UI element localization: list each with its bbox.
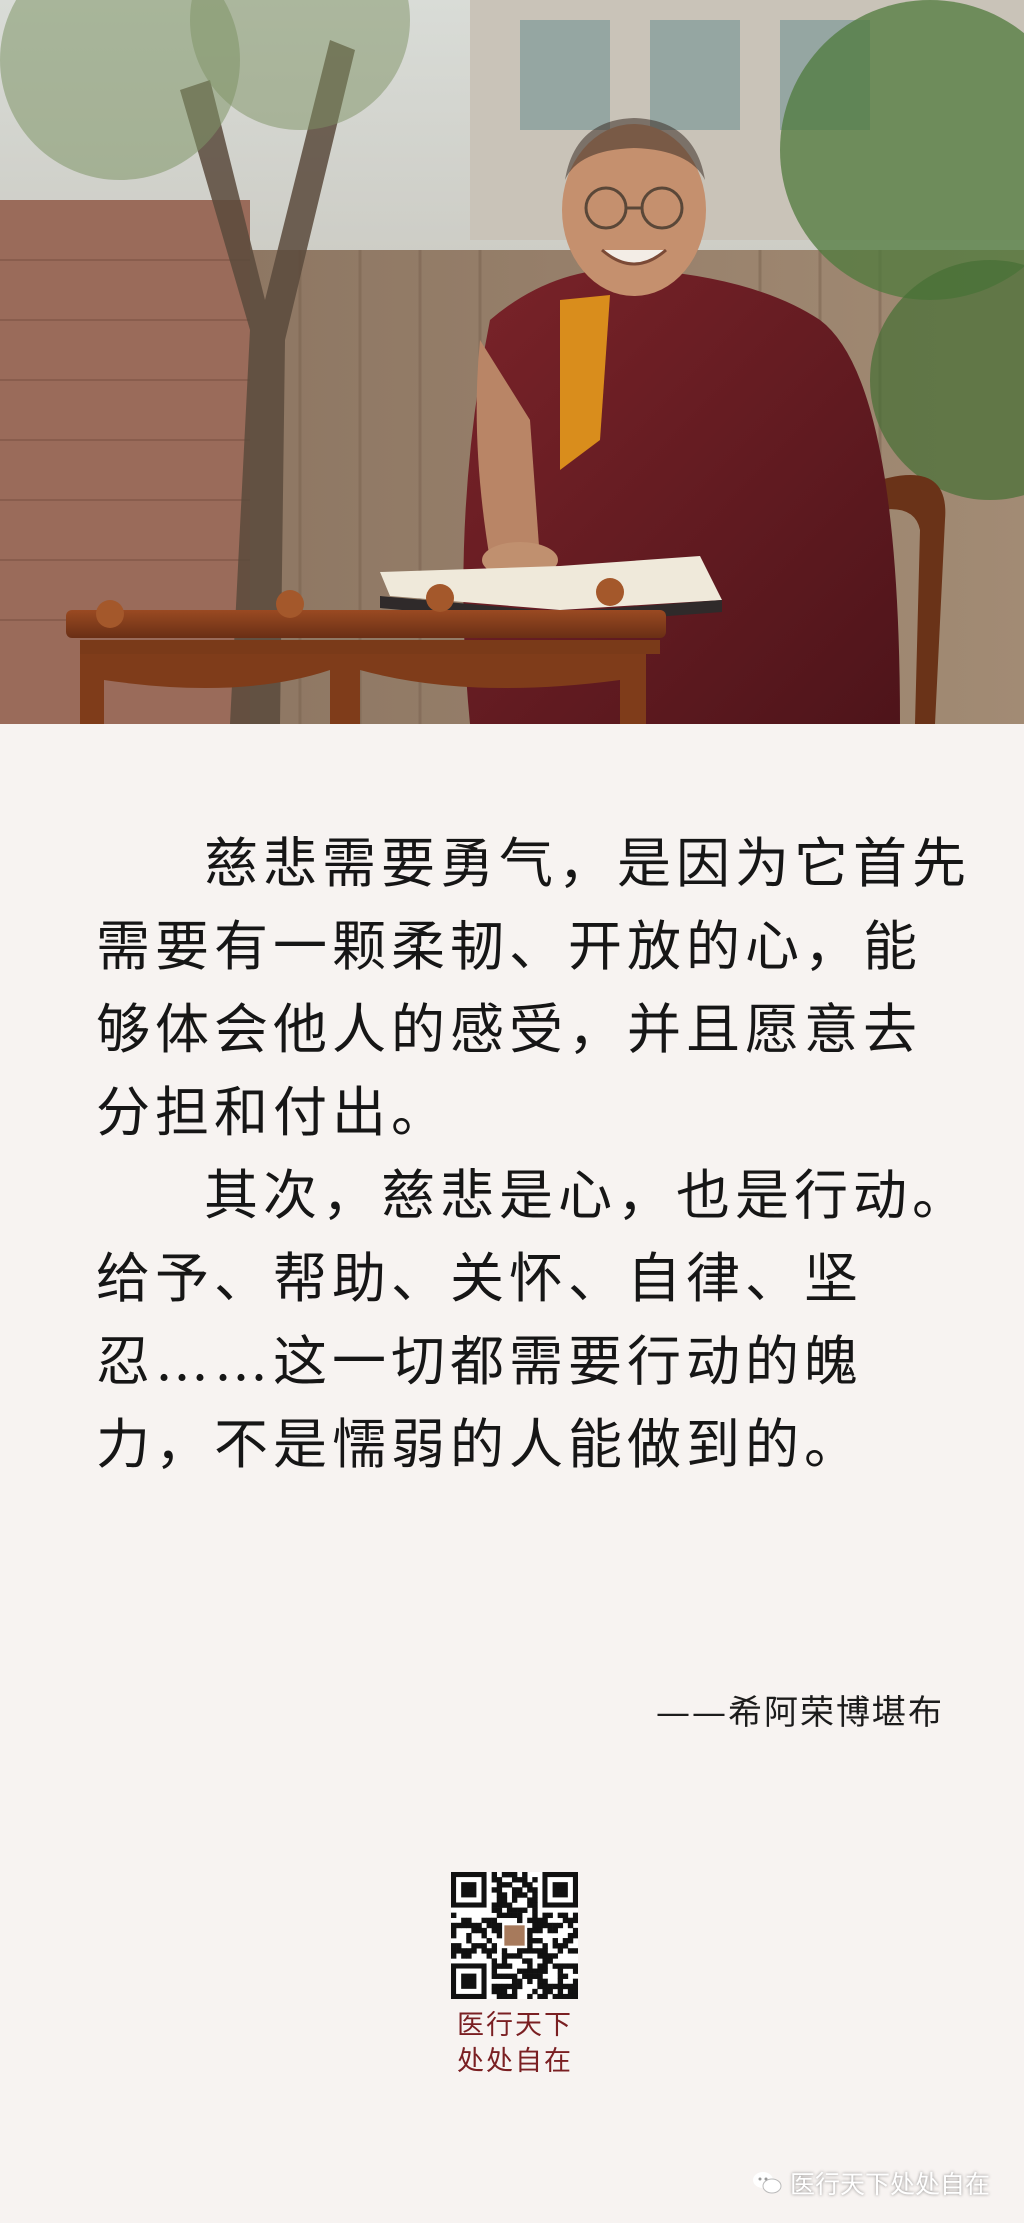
wechat-icon [752, 2170, 782, 2196]
brand-line-2: 处处自在 [457, 2046, 573, 2077]
hero-photo [0, 0, 1024, 724]
quote-author: ——希阿荣博堪布 [656, 1693, 944, 1733]
wechat-watermark: 医行天下处处自在 [752, 2165, 990, 2201]
brand-line-1: 医行天下 [457, 2010, 573, 2041]
quote-text: 慈悲需要勇气，是因为它首先需要有一颗柔韧、开放的心，能够体会他人的感受，并且愿意… [96, 822, 976, 1486]
quote-paragraph-1: 慈悲需要勇气，是因为它首先需要有一颗柔韧、开放的心，能够体会他人的感受，并且愿意… [96, 832, 971, 1144]
watermark-text: 医行天下处处自在 [789, 2170, 990, 2199]
monk-writing-illustration [0, 0, 1024, 724]
quote-paragraph-2: 其次，慈悲是心，也是行动。给予、帮助、关怀、自律、坚忍……这一切都需要行动的魄力… [96, 1164, 971, 1476]
brand-signature: 医行天下 处处自在 [420, 2008, 610, 2080]
qr-code-icon[interactable] [451, 1872, 579, 2000]
qr-code-pattern [451, 1872, 579, 2000]
